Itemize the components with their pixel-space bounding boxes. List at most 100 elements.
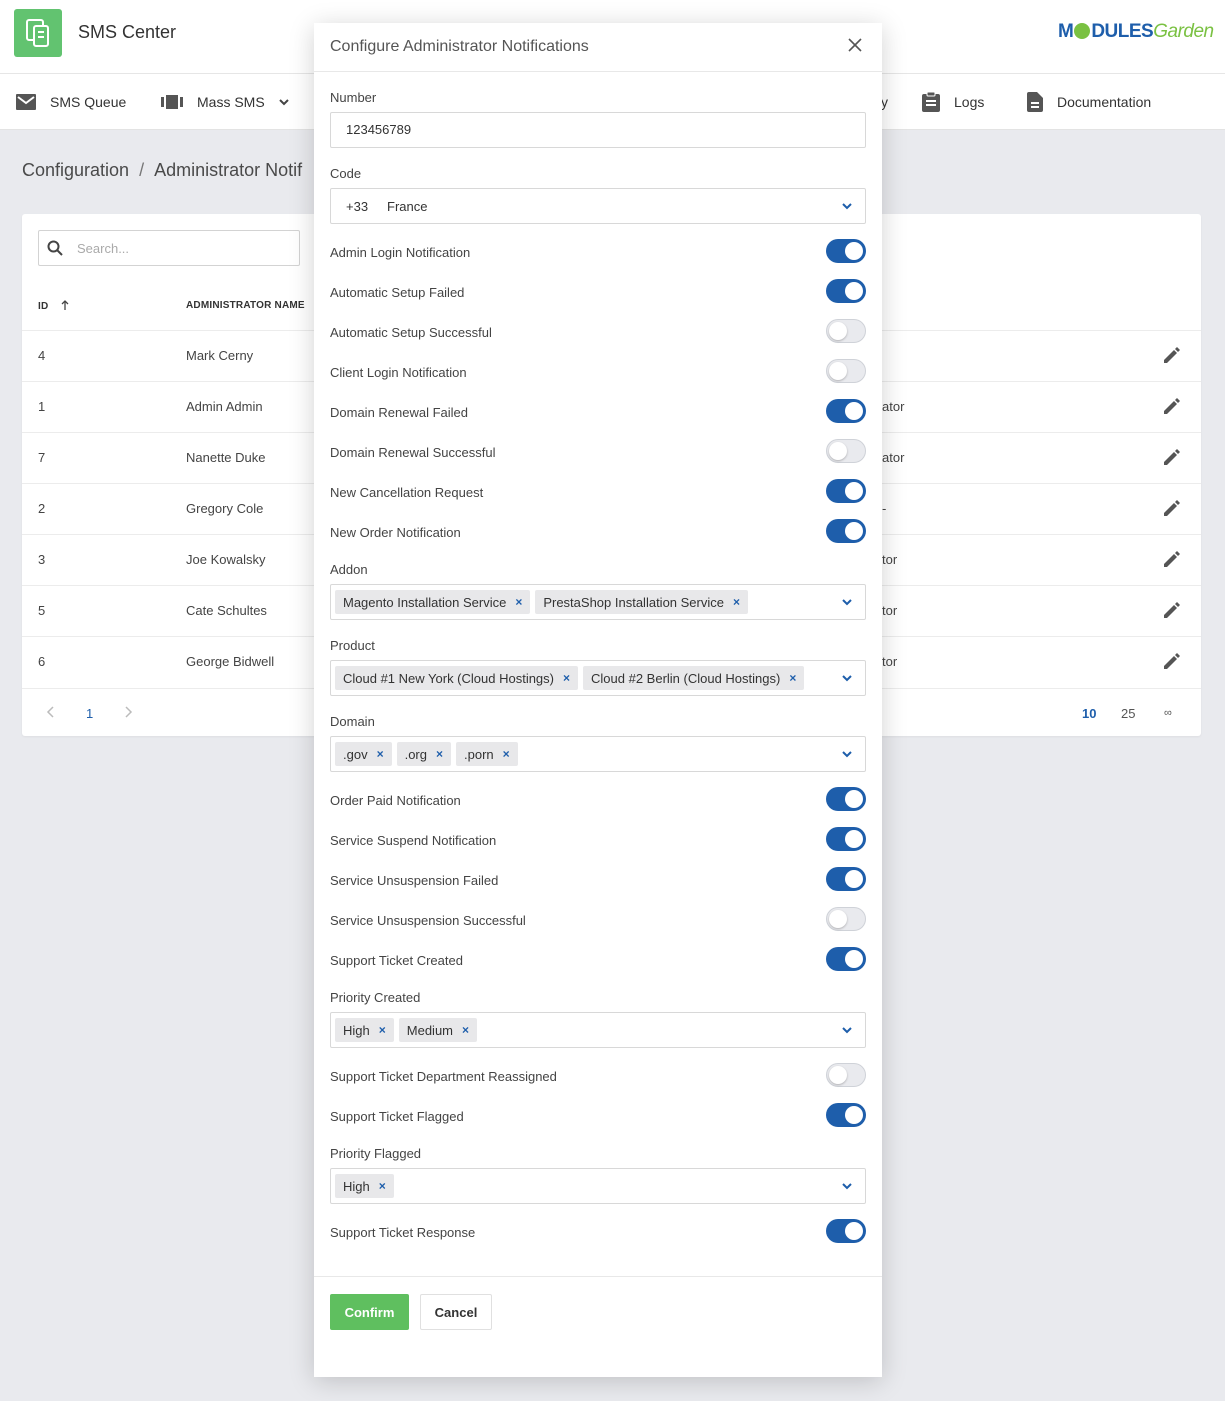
toggle-switch[interactable]: [826, 1063, 866, 1087]
cell-administrator-name: Gregory Cole: [186, 501, 264, 516]
toggle-switch[interactable]: [826, 439, 866, 463]
remove-tag-icon[interactable]: ×: [379, 1179, 386, 1193]
remove-tag-icon[interactable]: ×: [379, 1023, 386, 1037]
priority-created-label: Priority Created: [330, 990, 421, 1005]
toggle-switch[interactable]: [826, 359, 866, 383]
page-number[interactable]: 1: [86, 706, 93, 721]
code-country-value: France: [387, 199, 428, 214]
nav-logs[interactable]: Logs: [922, 74, 984, 130]
toggle-switch[interactable]: [826, 479, 866, 503]
toggle-label: Domain Renewal Successful: [330, 445, 496, 460]
breadcrumb-root[interactable]: Configuration: [22, 160, 129, 180]
remove-tag-icon[interactable]: ×: [462, 1023, 469, 1037]
selected-tag: .porn ×: [456, 742, 518, 766]
edit-pencil-icon[interactable]: [1162, 549, 1182, 572]
edit-pencil-icon[interactable]: [1162, 600, 1182, 623]
nav-partial-item[interactable]: y: [881, 74, 888, 130]
priority-flagged-select[interactable]: High ×: [330, 1168, 866, 1204]
remove-tag-icon[interactable]: ×: [503, 747, 510, 761]
configure-notifications-modal: Configure Administrator Notifications Nu…: [314, 23, 882, 1377]
toggle-knob: [829, 362, 847, 380]
code-select[interactable]: +33 France: [330, 188, 866, 224]
addon-tags: Magento Installation Service × PrestaShop …: [335, 590, 748, 614]
toggle-knob: [829, 910, 847, 928]
code-label: Code: [330, 166, 362, 181]
priority-created-select[interactable]: High × Medium ×: [330, 1012, 866, 1048]
nav-mass-sms[interactable]: Mass SMS: [161, 74, 289, 130]
notification-toggle-row: Client Login Notification: [330, 359, 866, 385]
selected-tag: High ×: [335, 1018, 394, 1042]
remove-tag-icon[interactable]: ×: [733, 595, 740, 609]
domain-select[interactable]: .gov × .org × .porn ×: [330, 736, 866, 772]
chevron-down-icon: [842, 675, 852, 682]
product-label: Product: [330, 638, 375, 653]
column-header-id[interactable]: ID: [38, 300, 69, 312]
remove-tag-icon[interactable]: ×: [789, 671, 796, 685]
page-size-10[interactable]: 10: [1082, 706, 1096, 721]
next-page-icon[interactable]: [125, 706, 133, 721]
edit-pencil-icon[interactable]: [1162, 447, 1182, 470]
edit-pencil-icon[interactable]: [1162, 396, 1182, 419]
priority-created-tags: High × Medium ×: [335, 1018, 478, 1042]
selected-tag: High ×: [335, 1174, 394, 1198]
nav-sms-queue-label: SMS Queue: [50, 94, 127, 110]
toggle-switch[interactable]: [826, 399, 866, 423]
edit-pencil-icon[interactable]: [1162, 651, 1182, 674]
edit-pencil-icon[interactable]: [1162, 345, 1182, 368]
toggle-switch[interactable]: [826, 907, 866, 931]
toggle-switch[interactable]: [826, 1103, 866, 1127]
cell-role-partial: tor: [882, 552, 898, 567]
remove-tag-icon[interactable]: ×: [515, 595, 522, 609]
cell-administrator-name: Cate Schultes: [186, 603, 267, 618]
search-input[interactable]: [77, 240, 257, 256]
page-size-25[interactable]: 25: [1121, 706, 1135, 721]
toggle-switch[interactable]: [826, 867, 866, 891]
toggle-switch[interactable]: [826, 827, 866, 851]
cell-administrator-name: Joe Kowalsky: [186, 552, 266, 567]
notification-toggle-row: Support Ticket Created: [330, 947, 866, 973]
addon-select[interactable]: Magento Installation Service × PrestaShop …: [330, 584, 866, 620]
toggle-switch[interactable]: [826, 239, 866, 263]
prev-page-icon[interactable]: [46, 706, 54, 721]
app-title: SMS Center: [78, 22, 177, 42]
edit-pencil-icon[interactable]: [1162, 498, 1182, 521]
cell-role-partial: -: [882, 501, 887, 516]
product-select[interactable]: Cloud #1 New York (Cloud Hostings) × Cloud…: [330, 660, 866, 696]
search-box[interactable]: [38, 230, 300, 266]
toggle-switch[interactable]: [826, 787, 866, 811]
document-icon: [1027, 92, 1043, 112]
page-size-all[interactable]: ∞: [1164, 707, 1172, 719]
cell-id: 1: [38, 399, 46, 414]
cell-id: 7: [38, 450, 46, 465]
toggle-knob: [845, 282, 863, 300]
toggle-switch[interactable]: [826, 1219, 866, 1243]
toggle-label: Support Ticket Department Reassigned: [330, 1069, 557, 1084]
modal-footer: Confirm Cancel: [314, 1276, 882, 1377]
notification-toggle-row: Service Suspend Notification: [330, 827, 866, 853]
chevron-down-icon: [842, 1183, 852, 1190]
cell-administrator-name: Admin Admin: [186, 399, 263, 414]
cell-role-partial: ator: [882, 450, 905, 465]
toggle-label: Support Ticket Response: [330, 1225, 476, 1240]
tag-label: High: [343, 1022, 370, 1038]
remove-tag-icon[interactable]: ×: [436, 747, 443, 761]
cancel-button[interactable]: Cancel: [420, 1294, 492, 1330]
sms-center-logo-icon[interactable]: [14, 9, 62, 57]
close-icon[interactable]: [848, 38, 862, 57]
toggle-switch[interactable]: [826, 279, 866, 303]
remove-tag-icon[interactable]: ×: [563, 671, 570, 685]
modulesgarden-logo[interactable]: M DULESGarden: [1058, 21, 1214, 43]
nav-sms-queue[interactable]: SMS Queue: [16, 74, 126, 130]
selected-tag: PrestaShop Installation Service ×: [535, 590, 748, 614]
toggle-switch[interactable]: [826, 319, 866, 343]
column-header-administrator-name[interactable]: ADMINISTRATOR NAME: [186, 300, 305, 311]
confirm-button[interactable]: Confirm: [330, 1294, 409, 1330]
toggle-switch[interactable]: [826, 519, 866, 543]
toggle-switch[interactable]: [826, 947, 866, 971]
number-input[interactable]: 123456789: [330, 112, 866, 148]
logo-circle-icon: [1074, 23, 1091, 39]
chevron-down-icon: [842, 203, 852, 210]
nav-documentation[interactable]: Documentation: [1027, 74, 1151, 130]
chevron-down-icon: [842, 1027, 852, 1034]
remove-tag-icon[interactable]: ×: [377, 747, 384, 761]
